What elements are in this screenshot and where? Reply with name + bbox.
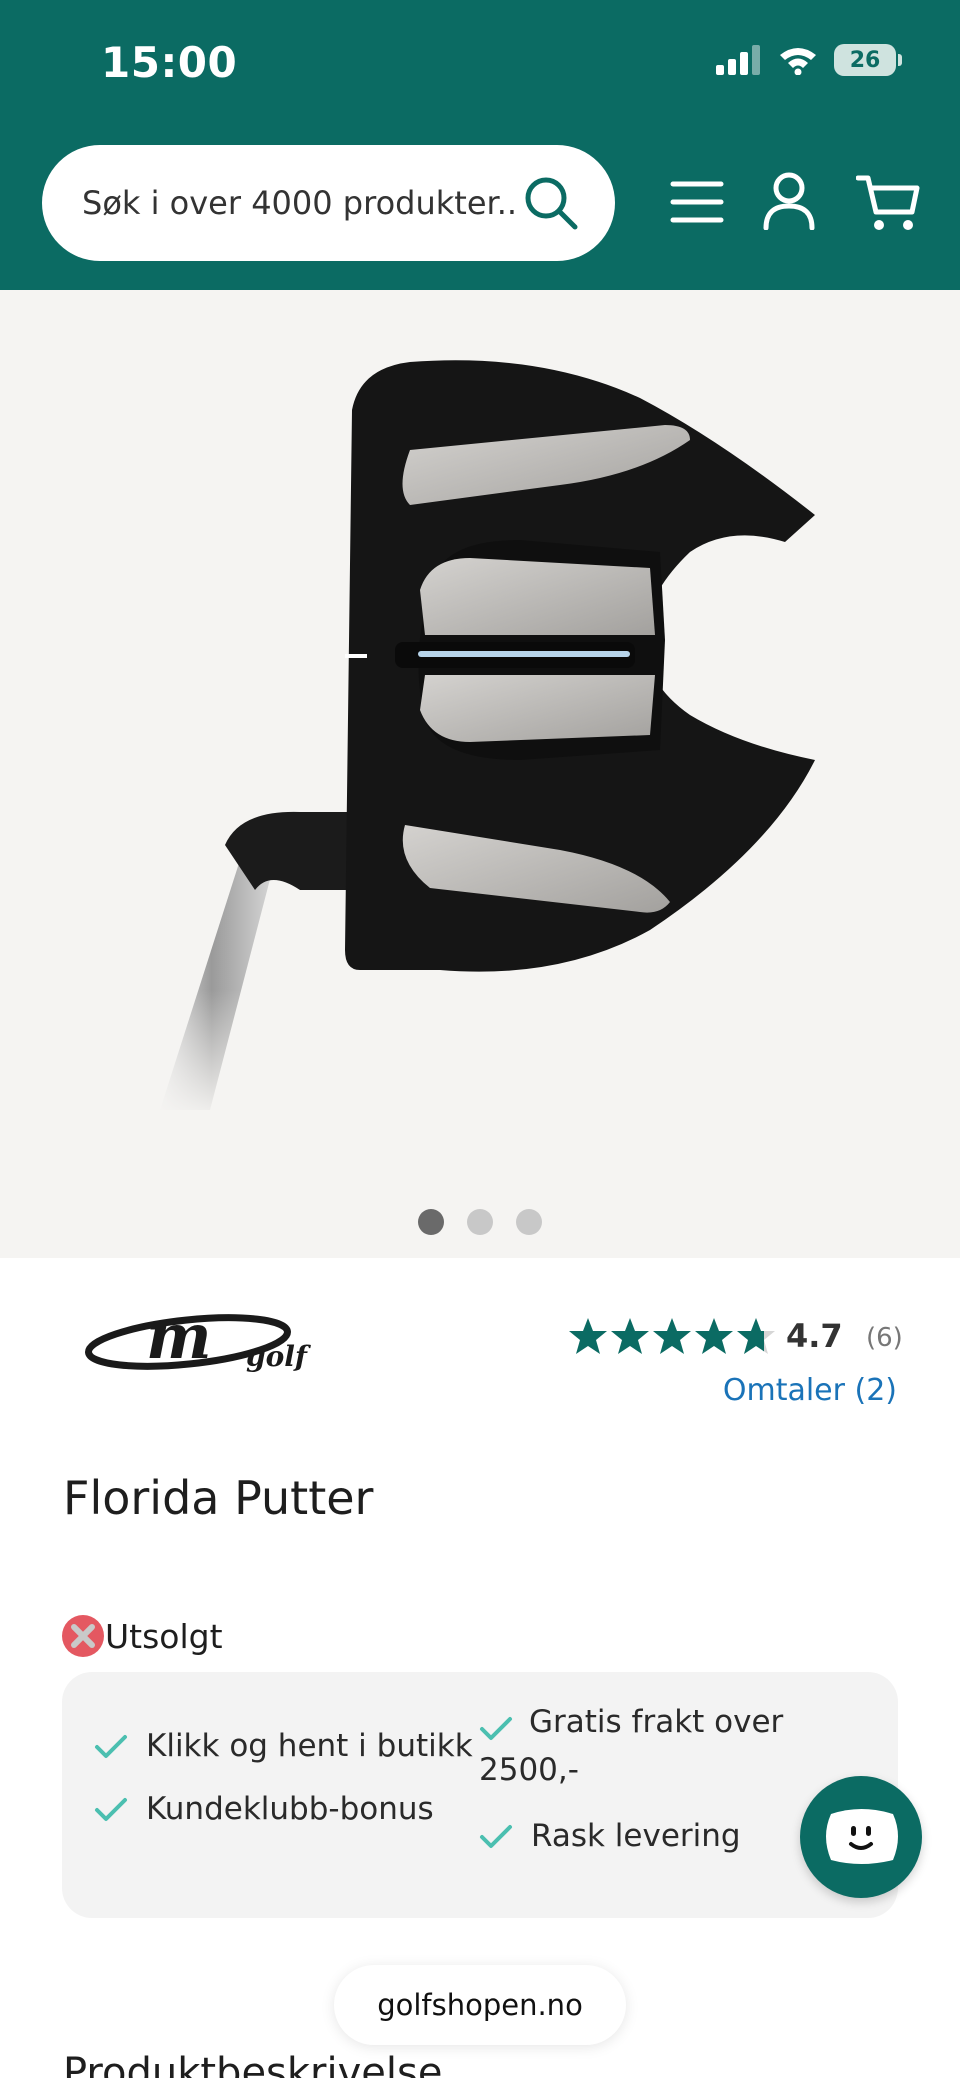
gallery-pagination <box>0 1209 960 1235</box>
battery-level: 26 <box>849 47 881 73</box>
svg-text:m: m <box>146 1300 212 1373</box>
benefit-fast-delivery: Rask levering <box>479 1812 741 1860</box>
check-icon <box>95 1735 127 1758</box>
svg-text:golf: golf <box>246 1340 312 1373</box>
reviews-link[interactable]: Omtaler (2) <box>723 1373 897 1408</box>
benefit-click-collect: Klikk og hent i butikk <box>94 1722 473 1770</box>
description-section-title[interactable]: Produktbeskrivelse <box>63 2050 442 2078</box>
chat-button[interactable] <box>800 1776 922 1898</box>
browser-domain-pill[interactable]: golfshopen.no <box>334 1965 626 2045</box>
gallery-dot-2[interactable] <box>467 1209 493 1235</box>
gallery-dot-1[interactable] <box>418 1209 444 1235</box>
signal-icon <box>716 45 760 75</box>
star-half-icon <box>737 1318 775 1354</box>
benefit-club-bonus: Kundeklubb-bonus <box>94 1785 434 1833</box>
search-input[interactable]: Søk i over 4000 produkter.. <box>42 145 615 261</box>
menu-icon[interactable] <box>670 178 724 226</box>
benefit-label: Klikk og hent i butikk <box>146 1728 473 1764</box>
status-icons: 26 <box>716 44 902 76</box>
search-icon[interactable] <box>523 175 579 231</box>
site-header: 15:00 26 Søk i over 4000 produkter.. <box>0 0 960 290</box>
brand-logo[interactable]: m golf <box>78 1300 348 1380</box>
star-icon <box>695 1318 733 1354</box>
benefit-label: Kundeklubb-bonus <box>146 1791 434 1827</box>
stock-label: Utsolgt <box>105 1616 223 1656</box>
rating-value: 4.7 <box>786 1317 843 1355</box>
star-icon <box>569 1318 607 1354</box>
chat-face-icon <box>826 1809 898 1864</box>
rating-stars <box>568 1317 776 1355</box>
product-image-gallery[interactable] <box>0 290 960 1258</box>
status-time: 15:00 <box>101 38 238 87</box>
wifi-icon <box>780 48 816 75</box>
check-icon <box>95 1798 127 1821</box>
user-icon[interactable] <box>763 172 815 230</box>
battery-indicator: 26 <box>834 44 902 76</box>
benefits-box: Klikk og hent i butikk Kundeklubb-bonus … <box>62 1672 898 1918</box>
sold-out-icon <box>62 1615 104 1657</box>
check-icon <box>480 1825 512 1848</box>
gallery-dot-3[interactable] <box>516 1209 542 1235</box>
product-title: Florida Putter <box>63 1471 374 1525</box>
search-placeholder: Søk i over 4000 produkter.. <box>82 184 518 222</box>
benefit-free-shipping: Gratis frakt over 2500,- <box>479 1704 784 1788</box>
cart-icon[interactable] <box>856 174 920 232</box>
star-icon <box>653 1318 691 1354</box>
product-image <box>130 360 815 1120</box>
rating-count: (6) <box>866 1323 903 1353</box>
stock-status: Utsolgt <box>61 1614 223 1658</box>
star-icon <box>611 1318 649 1354</box>
benefit-label: Rask levering <box>531 1818 741 1854</box>
